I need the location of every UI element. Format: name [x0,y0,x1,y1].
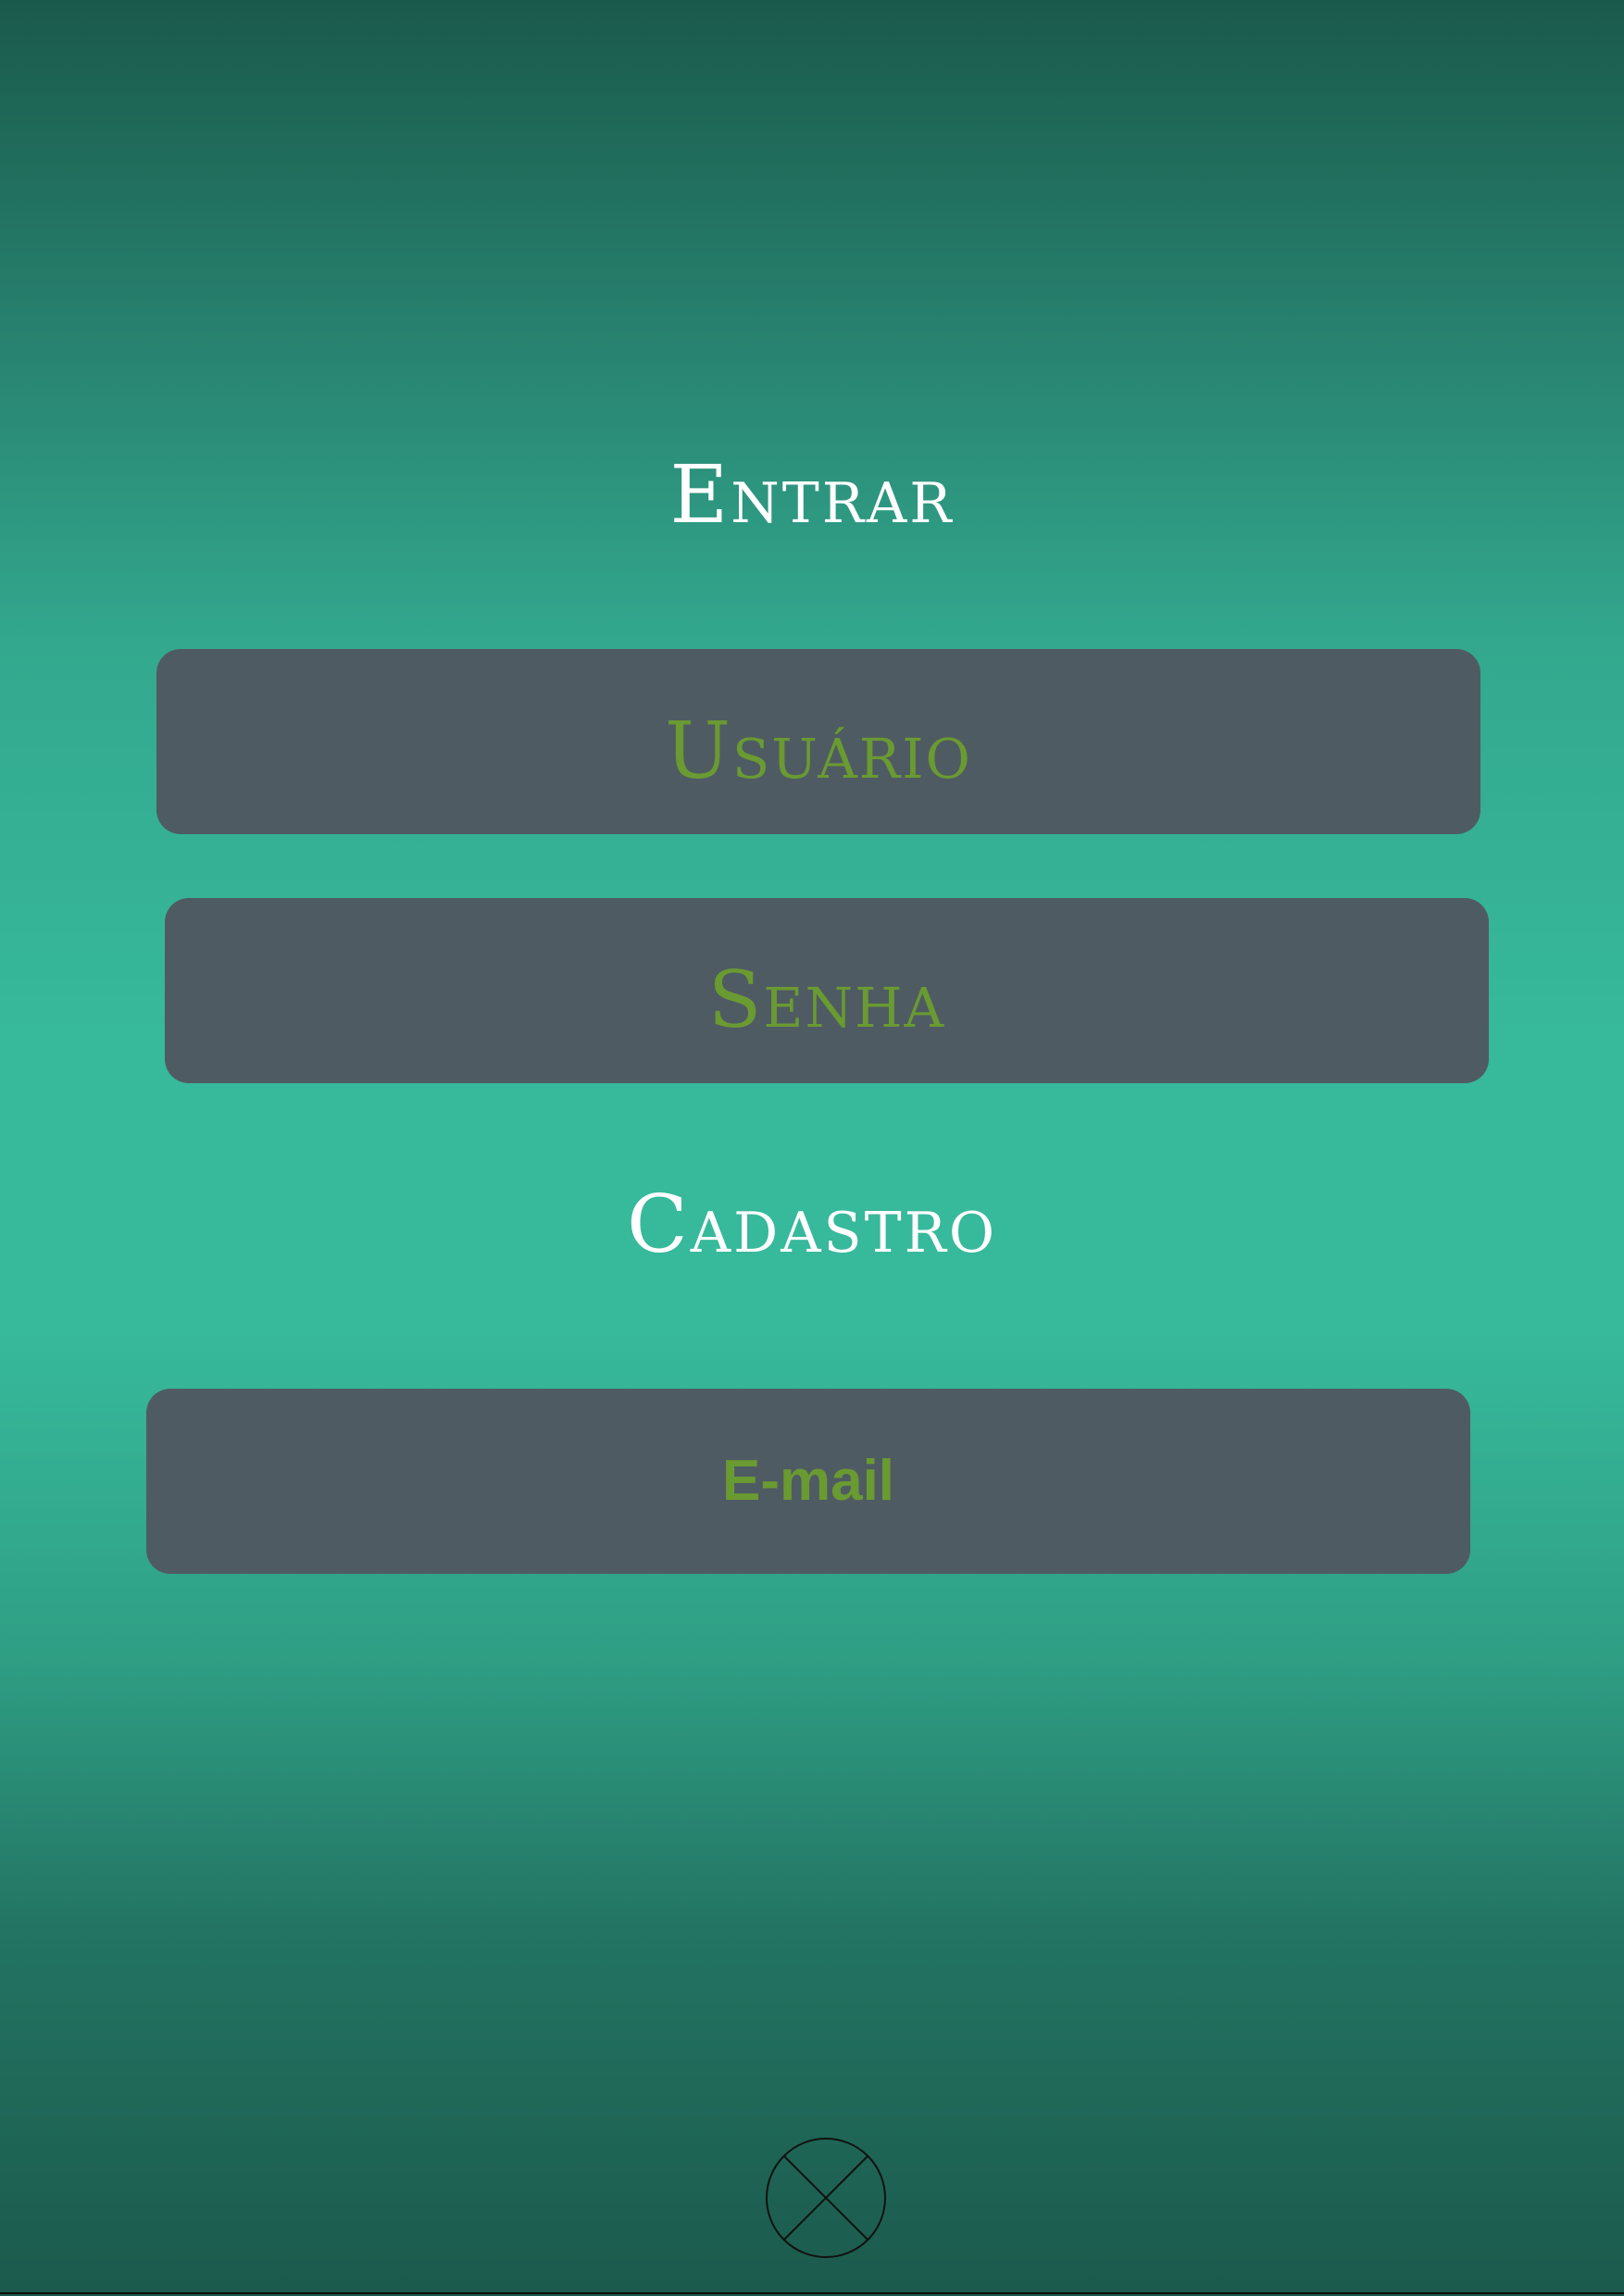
password-placeholder: Senha [707,955,946,1045]
login-title: Entrar [669,449,955,542]
circle-x-icon [766,2138,886,2258]
password-field[interactable]: Senha [165,898,1489,1083]
username-field[interactable]: Usuário [156,649,1480,834]
email-field[interactable]: E-mail [146,1389,1470,1574]
close-button[interactable] [765,2137,887,2259]
username-placeholder: Usuário [665,705,972,796]
bottom-divider [0,2292,1624,2294]
email-placeholder: E-mail [721,1449,895,1513]
signup-title: Cadastro [626,1179,998,1271]
